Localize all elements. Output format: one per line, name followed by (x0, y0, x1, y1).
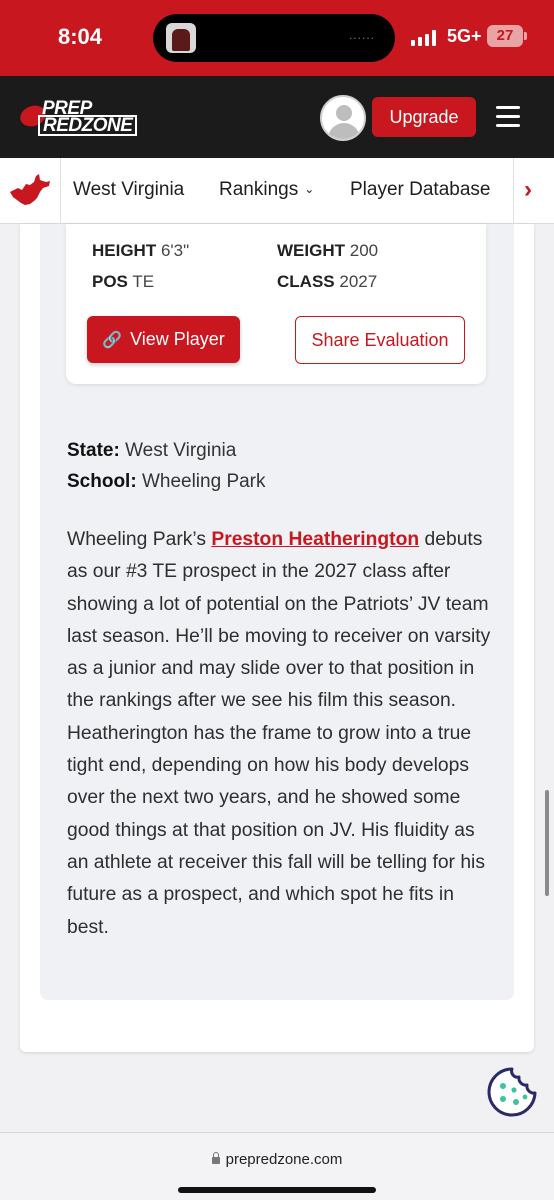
hamburger-menu-icon[interactable] (496, 106, 520, 128)
battery-icon: 27 (487, 25, 527, 47)
home-indicator[interactable] (178, 1187, 376, 1193)
meta-school: School: Wheeling Park (67, 471, 266, 492)
stat-position: POS TE (92, 272, 155, 291)
nav-player-database[interactable]: Player Database (350, 179, 490, 201)
lock-icon (211, 1152, 220, 1164)
nav-rankings-label: Rankings (219, 179, 299, 200)
nav-west-virginia[interactable]: West Virginia (73, 179, 184, 201)
divider (60, 158, 61, 224)
address-field[interactable]: prepredzone.com (0, 1151, 554, 1168)
article-container: HEIGHT 6'3" WEIGHT 200 POS TE CLASS 2027… (20, 224, 534, 1052)
evaluation-text: Wheeling Park’s Preston Heatherington de… (67, 529, 491, 938)
chevron-down-icon: ⌄ (304, 182, 315, 196)
avatar[interactable] (320, 95, 366, 141)
clock: 8:04 (58, 24, 103, 49)
upgrade-button[interactable]: Upgrade (372, 97, 476, 137)
stat-class: CLASS 2027 (277, 272, 378, 291)
player-card: HEIGHT 6'3" WEIGHT 200 POS TE CLASS 2027… (66, 224, 486, 384)
meta-state: State: West Virginia (67, 440, 237, 461)
island-activity-dots: ...... (348, 28, 375, 42)
status-bar: 8:04 ...... 5G+ 27 (0, 0, 554, 76)
view-player-button[interactable]: 🔗 View Player (87, 316, 240, 363)
chevron-right-icon[interactable]: › (524, 176, 532, 204)
divider (513, 158, 514, 224)
scrollbar[interactable] (545, 790, 549, 896)
dynamic-island[interactable]: ...... (153, 14, 395, 62)
evaluation-panel: HEIGHT 6'3" WEIGHT 200 POS TE CLASS 2027… (40, 224, 514, 1000)
player-link[interactable]: Preston Heatherington (211, 529, 419, 550)
signal-icon (411, 30, 436, 46)
stat-height: HEIGHT 6'3" (92, 241, 190, 260)
browser-url-bar: prepredzone.com (0, 1132, 554, 1200)
stat-weight: WEIGHT 200 (277, 241, 379, 260)
prep-redzone-logo[interactable]: PREP REDZONE (17, 98, 138, 136)
nav-rankings[interactable]: Rankings ⌄ (219, 179, 314, 201)
cookie-settings-icon[interactable] (486, 1066, 538, 1118)
west-virginia-map-icon[interactable] (8, 170, 52, 210)
link-icon: 🔗 (102, 332, 123, 349)
site-header: PREP REDZONE Upgrade (0, 76, 554, 158)
now-playing-thumbnail[interactable] (166, 23, 196, 53)
share-evaluation-button[interactable]: Share Evaluation (295, 316, 465, 364)
state-subnav: West Virginia Rankings ⌄ Player Database … (0, 158, 554, 224)
network-type: 5G+ (447, 26, 482, 46)
